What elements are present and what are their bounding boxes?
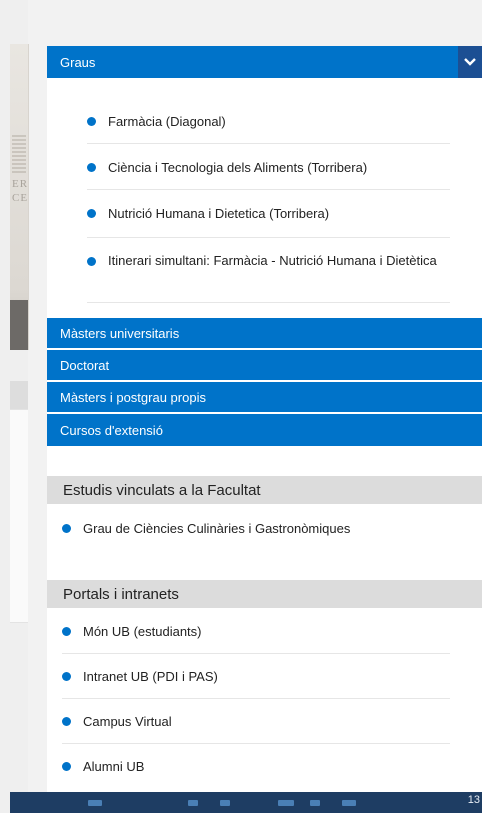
accordion-graus-header[interactable]: Graus [47, 46, 482, 78]
list-item[interactable]: Món UB (estudiants) [62, 612, 450, 654]
list-item[interactable]: Nutrició Humana i Dietetica (Torribera) [87, 189, 450, 238]
app-icon[interactable] [310, 800, 320, 806]
app-icon[interactable] [220, 800, 230, 806]
accordion-doctorat[interactable]: Doctorat [47, 350, 482, 380]
background-dark-band [10, 300, 28, 350]
app-icon[interactable] [278, 800, 294, 806]
list-item[interactable]: Grau de Ciències Culinàries i Gastronòmi… [62, 512, 450, 548]
list-item[interactable]: Alumni UB [62, 743, 450, 787]
accordion-label: Cursos d'extensió [60, 422, 163, 438]
accordion-masters-universitaris[interactable]: Màsters universitaris [47, 318, 482, 348]
bullet-icon [62, 524, 71, 533]
bullet-icon [87, 257, 96, 266]
grau-link[interactable]: Nutrició Humana i Dietetica (Torribera) [108, 205, 329, 222]
list-item[interactable]: Campus Virtual [62, 698, 450, 744]
clock: 13 [467, 794, 480, 806]
grau-link[interactable]: Ciència i Tecnologia dels Aliments (Torr… [108, 159, 367, 176]
accordion-label: Màsters i postgrau propis [60, 389, 206, 405]
accordion-label: Màsters universitaris [60, 325, 180, 341]
accordion-label: Doctorat [60, 357, 110, 373]
portal-link[interactable]: Campus Virtual [83, 713, 172, 730]
bullet-icon [87, 209, 96, 218]
sidebar-menu: Graus Farmàcia (Diagonal) Ciència i Tecn… [47, 46, 482, 813]
list-item[interactable]: Intranet UB (PDI i PAS) [62, 653, 450, 699]
app-icon[interactable] [342, 800, 356, 806]
portal-link[interactable]: Intranet UB (PDI i PAS) [83, 668, 218, 685]
bullet-icon [62, 672, 71, 681]
accordion-graus-label: Graus [60, 54, 96, 70]
section-title-text: Estudis vinculats a la Facultat [63, 481, 261, 499]
list-item[interactable]: Farmàcia (Diagonal) [87, 100, 450, 144]
section-title-portals: Portals i intranets [47, 580, 482, 608]
crest-icon [12, 135, 26, 173]
accordion-masters-postgrau[interactable]: Màsters i postgrau propis [47, 382, 482, 412]
bullet-icon [62, 627, 71, 636]
section-title-estudis: Estudis vinculats a la Facultat [47, 476, 482, 504]
bullet-icon [62, 762, 71, 771]
app-icon[interactable] [88, 800, 102, 806]
grau-link[interactable]: Farmàcia (Diagonal) [108, 113, 226, 130]
list-item[interactable]: Itinerari simultani: Farmàcia - Nutrició… [87, 237, 450, 303]
bullet-icon [87, 163, 96, 172]
taskbar: 13 [10, 792, 482, 813]
bullet-icon [62, 717, 71, 726]
chevron-down-icon[interactable] [458, 46, 482, 78]
crest-text: ER CE [12, 178, 29, 204]
portal-link[interactable]: Món UB (estudiants) [83, 623, 202, 640]
app-icon[interactable] [188, 800, 198, 806]
accordion-cursos-extensio[interactable]: Cursos d'extensió [47, 414, 482, 446]
section-title-text: Portals i intranets [63, 585, 179, 603]
background-grey-band [10, 381, 28, 409]
portal-link[interactable]: Alumni UB [83, 758, 144, 775]
background-panel [10, 409, 28, 623]
list-item[interactable]: Ciència i Tecnologia dels Aliments (Torr… [87, 143, 450, 190]
estudi-link[interactable]: Grau de Ciències Culinàries i Gastronòmi… [83, 520, 350, 537]
bullet-icon [87, 117, 96, 126]
grau-link[interactable]: Itinerari simultani: Farmàcia - Nutrició… [108, 252, 438, 269]
